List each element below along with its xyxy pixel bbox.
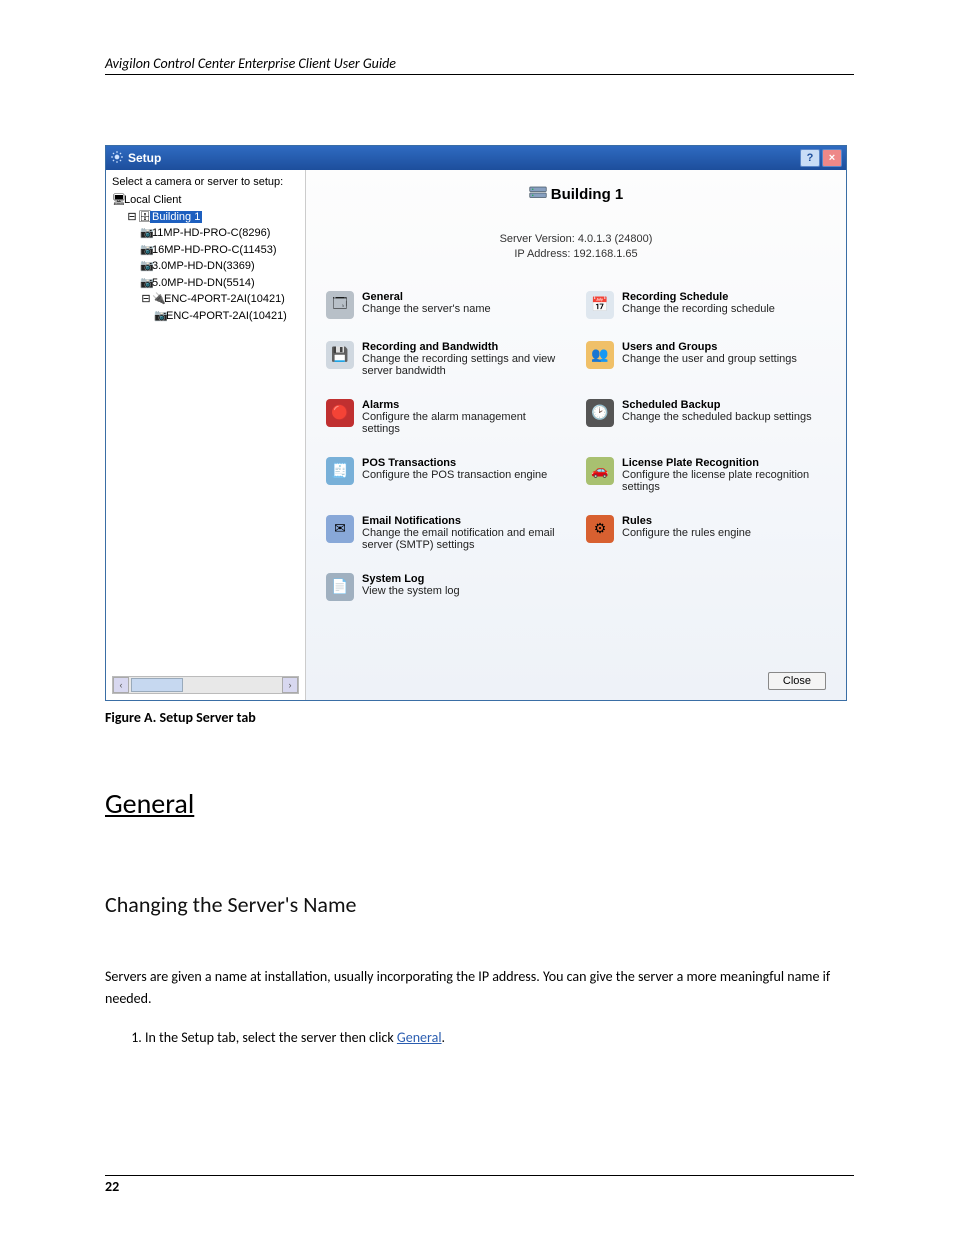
setting-icon: 📅 <box>586 291 614 319</box>
setting-title: Email Notifications <box>362 515 566 527</box>
encoder-icon: 🔌 <box>152 291 164 308</box>
tree-encoder-child[interactable]: 📷ENC-4PORT-2AI(10421) <box>154 308 299 325</box>
camera-icon: 📷 <box>140 242 152 259</box>
tree-cam[interactable]: 📷16MP-HD-PRO-C(11453) <box>140 242 299 259</box>
body-paragraph: Servers are given a name at installation… <box>105 966 854 1009</box>
page-number: 22 <box>105 1178 119 1195</box>
tree-cam[interactable]: 📷11MP-HD-PRO-C(8296) <box>140 225 299 242</box>
setting-title: Scheduled Backup <box>622 399 812 411</box>
device-tree[interactable]: 🖥Local Client ⊟🗄Building 1 📷11MP-HD-PRO-… <box>112 192 299 672</box>
setting-desc: Change the user and group settings <box>622 353 797 365</box>
titlebar: Setup ? × <box>106 146 846 170</box>
step-1: In the Setup tab, select the server then… <box>145 1029 854 1046</box>
monitor-icon: 🖥 <box>112 192 124 209</box>
setting-desc: Configure the license plate recognition … <box>622 469 826 493</box>
setting-title: System Log <box>362 573 460 585</box>
setting-icon: ⚙ <box>586 515 614 543</box>
tree-root[interactable]: 🖥Local Client ⊟🗄Building 1 📷11MP-HD-PRO-… <box>112 192 299 324</box>
gear-icon <box>110 150 124 167</box>
setting-desc: Change the email notification and email … <box>362 527 566 551</box>
setting-desc: View the system log <box>362 585 460 597</box>
tree-h-scrollbar[interactable]: ‹ › <box>112 676 299 694</box>
server-icon <box>529 186 547 204</box>
setting-title: General <box>362 291 491 303</box>
setting-title: Users and Groups <box>622 341 797 353</box>
scroll-track[interactable] <box>129 678 282 692</box>
tree-cam[interactable]: 📷3.0MP-HD-DN(3369) <box>140 258 299 275</box>
setting-icon: 🚗 <box>586 457 614 485</box>
detail-pane: Building 1 Server Version: 4.0.1.3 (2480… <box>306 170 846 700</box>
setting-desc: Configure the POS transaction engine <box>362 469 547 481</box>
close-window-button[interactable]: × <box>822 149 842 167</box>
setting-title: Recording Schedule <box>622 291 775 303</box>
tree-building[interactable]: ⊟🗄Building 1 📷11MP-HD-PRO-C(8296) 📷16MP-… <box>126 209 299 325</box>
setting-item-system-log[interactable]: 📄 System LogView the system log <box>326 573 566 601</box>
setting-item-alarms[interactable]: 🔴 AlarmsConfigure the alarm management se… <box>326 399 566 435</box>
setting-item-rules[interactable]: ⚙ RulesConfigure the rules engine <box>586 515 826 551</box>
figure-caption: Figure A. Setup Server tab <box>105 709 854 726</box>
server-version: Server Version: 4.0.1.3 (24800) <box>326 232 826 247</box>
setting-desc: Change the recording schedule <box>622 303 775 315</box>
setting-icon: ✉ <box>326 515 354 543</box>
help-button[interactable]: ? <box>800 149 820 167</box>
tree-encoder[interactable]: ⊟🔌ENC-4PORT-2AI(10421) 📷ENC-4PORT-2AI(10… <box>140 291 299 324</box>
setting-item-license-plate-recognition[interactable]: 🚗 License Plate RecognitionConfigure the … <box>586 457 826 493</box>
page-header: Avigilon Control Center Enterprise Clien… <box>105 55 854 75</box>
window-title: Setup <box>128 151 161 165</box>
subsection-heading: Changing the Server's Name <box>105 891 854 918</box>
setting-title: License Plate Recognition <box>622 457 826 469</box>
setting-desc: Change the recording settings and view s… <box>362 353 566 377</box>
setting-icon: 📄 <box>326 573 354 601</box>
setting-item-recording-and-bandwidth[interactable]: 💾 Recording and BandwidthChange the recor… <box>326 341 566 377</box>
setting-icon: 👥 <box>586 341 614 369</box>
server-title: Building 1 <box>326 186 826 204</box>
scroll-left-button[interactable]: ‹ <box>113 677 129 693</box>
section-general-heading: General <box>105 786 854 821</box>
tree-cam[interactable]: 📷5.0MP-HD-DN(5514) <box>140 275 299 292</box>
steps-list: In the Setup tab, select the server then… <box>105 1029 854 1046</box>
setup-window: Setup ? × Select a camera or server to s… <box>105 145 847 701</box>
setting-item-general[interactable]: 🗔 GeneralChange the server's name <box>326 291 566 319</box>
scroll-right-button[interactable]: › <box>282 677 298 693</box>
camera-icon: 📷 <box>140 258 152 275</box>
setting-icon: 💾 <box>326 341 354 369</box>
setting-icon: 🔴 <box>326 399 354 427</box>
camera-icon: 📷 <box>140 225 152 242</box>
setting-item-email-notifications[interactable]: ✉ Email NotificationsChange the email not… <box>326 515 566 551</box>
tree-pane: Select a camera or server to setup: 🖥Loc… <box>106 170 306 700</box>
server-icon: 🗄 <box>138 209 150 226</box>
server-meta: Server Version: 4.0.1.3 (24800) IP Addre… <box>326 232 826 263</box>
setting-title: Alarms <box>362 399 566 411</box>
close-button[interactable]: Close <box>768 672 826 690</box>
setting-item-recording-schedule[interactable]: 📅 Recording ScheduleChange the recording … <box>586 291 826 319</box>
setting-desc: Change the server's name <box>362 303 491 315</box>
tree-label: Select a camera or server to setup: <box>112 176 299 188</box>
setting-title: POS Transactions <box>362 457 547 469</box>
page-footer: 22 <box>105 1175 854 1195</box>
collapse-icon[interactable]: ⊟ <box>140 291 152 308</box>
setting-icon: 🗔 <box>326 291 354 319</box>
setting-desc: Configure the alarm management settings <box>362 411 566 435</box>
general-link[interactable]: General <box>397 1029 442 1046</box>
setting-desc: Change the scheduled backup settings <box>622 411 812 423</box>
camera-icon: 📷 <box>154 308 166 325</box>
collapse-icon[interactable]: ⊟ <box>126 209 138 226</box>
camera-icon: 📷 <box>140 275 152 292</box>
setting-title: Recording and Bandwidth <box>362 341 566 353</box>
setting-icon: 🕑 <box>586 399 614 427</box>
setting-desc: Configure the rules engine <box>622 527 751 539</box>
setting-icon: 🧾 <box>326 457 354 485</box>
settings-grid: 🗔 GeneralChange the server's name 📅 Recordi… <box>326 291 826 601</box>
setting-item-pos-transactions[interactable]: 🧾 POS TransactionsConfigure the POS trans… <box>326 457 566 493</box>
setting-item-users-and-groups[interactable]: 👥 Users and GroupsChange the user and gro… <box>586 341 826 377</box>
scroll-thumb[interactable] <box>131 678 183 692</box>
setting-title: Rules <box>622 515 751 527</box>
setting-item-scheduled-backup[interactable]: 🕑 Scheduled BackupChange the scheduled ba… <box>586 399 826 435</box>
server-ip: IP Address: 192.168.1.65 <box>326 247 826 262</box>
